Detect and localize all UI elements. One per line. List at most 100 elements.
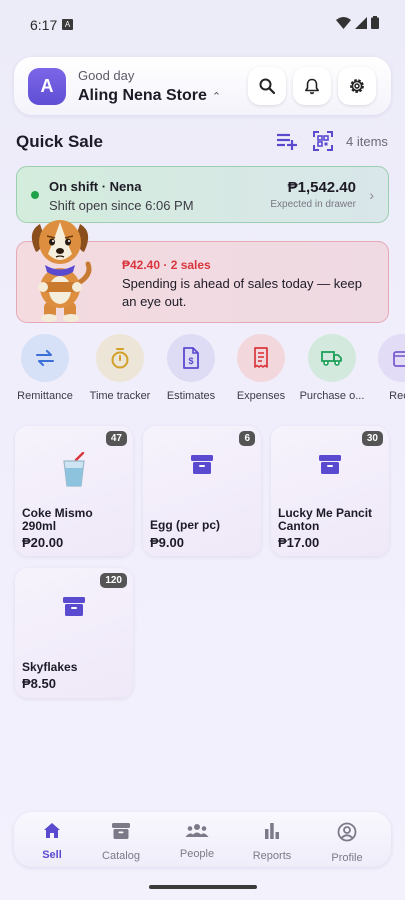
product-name: Skyflakes	[22, 660, 78, 674]
action-label: Purchase o...	[299, 390, 365, 402]
notifications-button[interactable]	[293, 67, 331, 105]
product-price: ₱20.00	[22, 535, 64, 550]
product-name: Egg (per pc)	[150, 518, 221, 532]
shift-title: On shift · Nena	[49, 179, 142, 194]
drink-cup-icon	[63, 452, 85, 487]
status-bar: 6:17 A	[0, 0, 405, 50]
quick-actions-row: Remittance Time tracker $ Estimates Expe…	[16, 332, 405, 407]
gesture-home-bar[interactable]	[149, 885, 257, 889]
nav-label: Catalog	[102, 850, 140, 862]
product-image	[143, 452, 261, 476]
quick-sale-title: Quick Sale	[16, 132, 103, 151]
product-price: ₱8.50	[22, 676, 56, 691]
action-circle	[378, 334, 405, 382]
stock-badge: 30	[361, 431, 383, 446]
receipt-icon	[254, 347, 268, 368]
action-recurring[interactable]: Recu	[364, 332, 405, 402]
action-label: Time tracker	[89, 390, 151, 402]
nav-catalog[interactable]: Catalog	[86, 822, 156, 862]
product-card-coke[interactable]: 47 Coke Mismo 290ml ₱20.00	[15, 426, 133, 556]
people-icon	[185, 824, 209, 837]
action-circle	[21, 334, 69, 382]
action-time-tracker[interactable]: Time tracker	[82, 332, 158, 402]
store-switcher[interactable]: Aling Nena Store ⌃	[78, 87, 221, 105]
action-label: Expenses	[236, 390, 286, 402]
bell-icon	[305, 78, 319, 94]
action-label: Remittance	[17, 390, 73, 402]
product-card-pancit-canton[interactable]: 30 Lucky Me Pancit Canton ₱17.00	[271, 426, 389, 556]
playlist-add-icon	[277, 133, 297, 150]
bar-chart-icon	[265, 823, 279, 839]
product-name: Coke Mismo 290ml	[22, 506, 93, 533]
settings-button[interactable]	[338, 67, 376, 105]
search-icon	[259, 78, 275, 94]
profile-icon	[337, 822, 357, 842]
product-name: Lucky Me Pancit Canton	[278, 506, 373, 533]
dog-mascot-illustration	[31, 220, 92, 322]
action-circle	[96, 334, 144, 382]
wifi-icon	[336, 16, 351, 29]
box-icon	[319, 455, 341, 474]
store-name: Aling Nena Store	[78, 87, 207, 104]
bottom-navigation: Sell Catalog People Reports Profile	[14, 812, 391, 867]
product-image	[15, 452, 133, 488]
product-image	[271, 452, 389, 476]
notification-a-icon: A	[62, 19, 73, 30]
stock-badge: 6	[239, 431, 255, 446]
signal-icon	[355, 16, 367, 29]
box-icon	[191, 455, 213, 474]
nav-profile[interactable]: Profile	[312, 822, 382, 864]
svg-text:$: $	[188, 356, 193, 366]
expected-drawer-label: Expected in drawer	[270, 199, 356, 210]
action-circle	[308, 334, 356, 382]
nav-sell[interactable]: Sell	[17, 822, 87, 861]
battery-icon	[371, 16, 379, 29]
nav-label: Profile	[331, 852, 363, 864]
action-label: Estimates	[166, 390, 216, 402]
scan-barcode-button[interactable]	[313, 131, 333, 156]
store-header: A Good day Aling Nena Store ⌃	[14, 57, 391, 115]
product-price: ₱9.00	[150, 535, 184, 550]
switch-chevron-icon: ⌃	[211, 91, 222, 103]
status-time: 6:17	[30, 17, 58, 33]
action-circle: $	[167, 334, 215, 382]
nav-label: People	[179, 848, 215, 860]
calendar-icon	[393, 351, 405, 367]
product-image	[15, 594, 133, 618]
nav-people[interactable]: People	[162, 822, 232, 860]
product-card-egg[interactable]: 6 Egg (per pc) ₱9.00	[143, 426, 261, 556]
product-card-skyflakes[interactable]: 120 Skyflakes ₱8.50	[15, 568, 133, 698]
chevron-right-icon: ›	[369, 187, 374, 203]
qr-scan-icon	[313, 131, 333, 151]
stock-badge: 120	[100, 573, 127, 588]
stock-badge: 47	[105, 431, 127, 446]
add-to-list-button[interactable]	[276, 131, 298, 156]
action-circle	[237, 334, 285, 382]
alert-amount: ₱42.40 · 2 sales	[122, 258, 211, 272]
greeting-text: Good day	[78, 68, 135, 83]
system-icons	[336, 16, 379, 29]
stopwatch-icon	[111, 348, 129, 369]
action-remittance[interactable]: Remittance	[16, 332, 83, 402]
action-label: Recu	[389, 390, 405, 402]
cart-item-count: 4 items	[346, 134, 388, 149]
action-expenses[interactable]: Expenses	[223, 332, 299, 402]
truck-icon	[321, 351, 342, 366]
home-icon	[44, 823, 60, 838]
transfer-icon	[36, 350, 54, 366]
nav-label: Reports	[252, 850, 292, 862]
product-price: ₱17.00	[278, 535, 320, 550]
catalog-box-icon	[112, 823, 130, 839]
expected-drawer-amount: ₱1,542.40	[287, 179, 356, 196]
document-dollar-icon: $	[183, 347, 199, 369]
store-avatar[interactable]: A	[28, 68, 66, 105]
search-button[interactable]	[248, 67, 286, 105]
box-icon	[63, 597, 85, 616]
shift-status-dot	[31, 191, 39, 199]
action-estimates[interactable]: $ Estimates	[153, 332, 229, 402]
action-purchase-orders[interactable]: Purchase o...	[294, 332, 370, 402]
gear-icon	[350, 79, 364, 93]
alert-message: Spending is ahead of sales today — keep …	[122, 276, 362, 309]
nav-label: Sell	[42, 849, 62, 861]
nav-reports[interactable]: Reports	[237, 822, 307, 862]
